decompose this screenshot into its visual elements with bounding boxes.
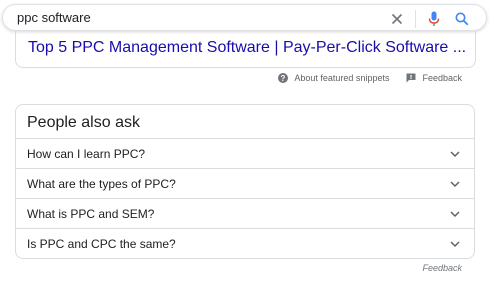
question-row[interactable]: How can I learn PPC? [16,138,474,168]
svg-text:?: ? [281,74,286,83]
search-divider [415,9,416,28]
people-also-ask-title: People also ask [27,114,140,131]
featured-snippet-link[interactable]: Top 5 PPC Management Software | Pay-Per-… [28,39,466,57]
search-actions [387,9,472,28]
featured-snippet-card: Top 5 PPC Management Software | Pay-Per-… [15,31,476,68]
question-text: How can I learn PPC? [27,147,146,161]
snippet-feedback-label: Feedback [422,73,462,83]
search-input[interactable]: ppc software [17,10,91,25]
about-featured-snippets-label: About featured snippets [294,73,390,83]
feedback-icon [406,73,416,83]
chevron-down-icon [450,241,460,248]
about-featured-snippets-link[interactable]: ? About featured snippets [278,73,389,83]
question-text: What are the types of PPC? [27,177,176,191]
question-text: Is PPC and CPC the same? [27,237,176,251]
snippet-feedback-link[interactable]: Feedback [406,73,462,83]
chevron-down-icon [450,151,460,158]
question-text: What is PPC and SEM? [27,207,155,221]
clear-button[interactable] [387,9,407,28]
search-button[interactable] [452,9,472,28]
microphone-icon [428,11,440,26]
chevron-down-icon [450,211,460,218]
help-icon: ? [278,73,289,83]
voice-search-button[interactable] [424,9,444,28]
featured-snippet-footer: ? About featured snippets Feedback [278,73,462,83]
question-row[interactable]: What is PPC and SEM? [16,198,474,228]
close-icon [391,13,403,24]
question-row[interactable]: What are the types of PPC? [16,168,474,198]
people-also-ask-panel: People also ask How can I learn PPC? Wha… [15,104,475,259]
search-bar[interactable]: ppc software [2,4,487,31]
search-icon [455,12,469,25]
chevron-down-icon [450,181,460,188]
feedback-link[interactable]: Feedback [422,263,462,273]
question-row[interactable]: Is PPC and CPC the same? [16,228,474,258]
